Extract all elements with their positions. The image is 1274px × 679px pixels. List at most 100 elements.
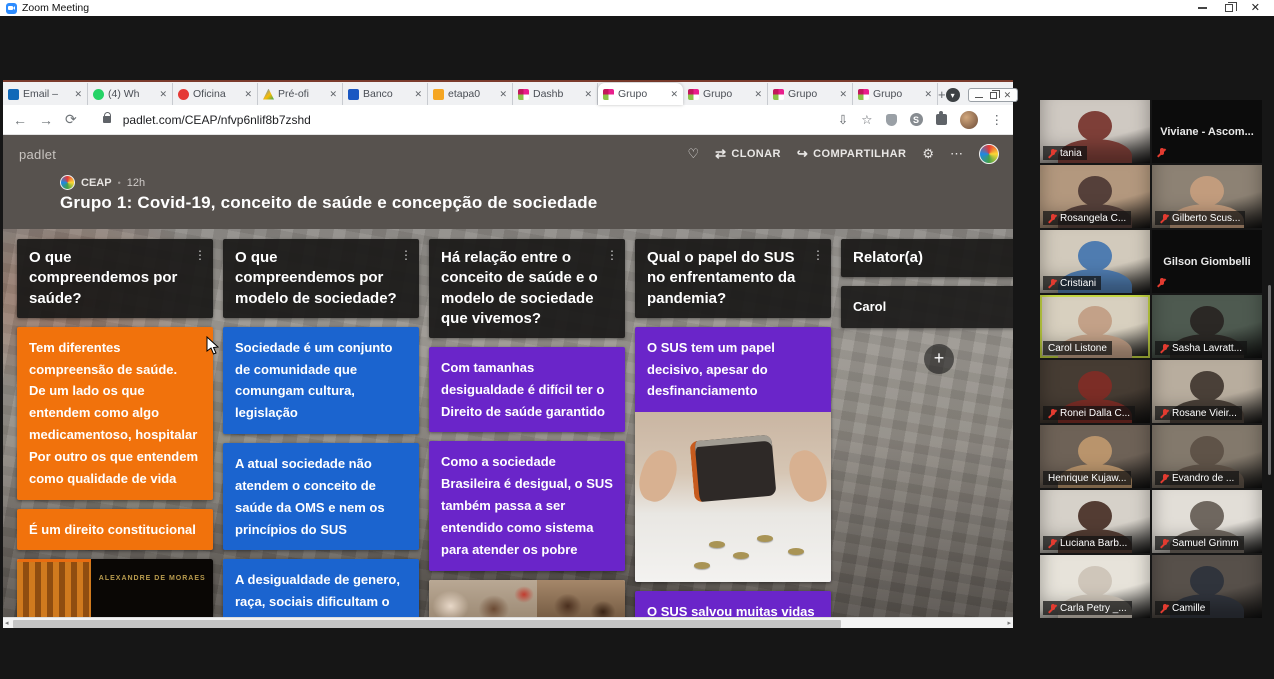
participant-tile-13[interactable]: Samuel Grimm <box>1152 490 1262 553</box>
board-column-4: Relator(a)⋮Carol+ <box>841 239 1013 374</box>
participant-name: Rosane Vieir... <box>1172 408 1237 419</box>
scroll-left-arrow[interactable]: ◂ <box>5 618 9 629</box>
back-icon[interactable]: ← <box>13 112 27 128</box>
column-header-text: Qual o papel do SUS no enfrentamento da … <box>647 249 795 307</box>
participant-tile-3[interactable]: Gilberto Scus... <box>1152 165 1262 228</box>
participant-tile-7[interactable]: Sasha Lavratt... <box>1152 295 1262 358</box>
scroll-right-arrow[interactable]: ▸ <box>1007 618 1011 629</box>
tab-label: etapa0 <box>448 88 495 100</box>
participant-tile-15[interactable]: Camille <box>1152 555 1262 618</box>
browser-tab-3[interactable]: Pré-ofi✕ <box>258 83 343 105</box>
participant-tile-14[interactable]: Carla Petry _... <box>1040 555 1150 618</box>
compartilhar-button[interactable]: ↪ COMPARTILHAR <box>797 146 907 162</box>
column-menu-kebab-icon[interactable]: ⋮ <box>400 247 412 263</box>
participant-tile-10[interactable]: Henrique Kujaw... <box>1040 425 1150 488</box>
tab-close-icon[interactable]: ✕ <box>670 89 678 100</box>
browser-tab-1[interactable]: (4) Wh✕ <box>88 83 173 105</box>
participant-tile-8[interactable]: Ronei Dalla C... <box>1040 360 1150 423</box>
browser-tab-6[interactable]: Dashb✕ <box>513 83 598 105</box>
browser-profile-avatar[interactable] <box>960 111 978 129</box>
column-menu-kebab-icon[interactable]: ⋮ <box>606 247 618 263</box>
tab-close-icon[interactable]: ✕ <box>159 89 167 100</box>
shield-extension-icon[interactable] <box>886 114 897 126</box>
column-header-text: Há relação entre o conceito de saúde e o… <box>441 249 598 327</box>
like-heart-icon[interactable]: ♡ <box>687 146 699 162</box>
participant-tile-9[interactable]: Rosane Vieir... <box>1152 360 1262 423</box>
hand-shape <box>784 446 831 506</box>
clonar-button[interactable]: ⇄ CLONAR <box>715 146 781 162</box>
post-card[interactable]: A desigualdade de genero, raça, sociais … <box>223 559 419 617</box>
tab-close-icon[interactable]: ✕ <box>584 89 592 100</box>
browser-minimize-button[interactable] <box>975 92 983 98</box>
post-card[interactable] <box>429 580 625 617</box>
mouse-cursor <box>206 336 220 356</box>
participant-tile-11[interactable]: Evandro de ... <box>1152 425 1262 488</box>
post-card[interactable]: O SUS salvou muitas vidas <box>635 591 831 617</box>
participant-tile-6[interactable]: Carol Listone <box>1040 295 1150 358</box>
tab-close-icon[interactable]: ✕ <box>74 89 82 100</box>
column-menu-kebab-icon[interactable]: ⋮ <box>194 247 206 263</box>
post-card[interactable]: É um direito constitucional <box>17 509 213 551</box>
post-card[interactable]: Carol <box>841 286 1013 328</box>
post-card[interactable]: O SUS tem um papel decisivo, apesar do d… <box>635 327 831 582</box>
post-card[interactable]: Com tamanhas desigualdade é difícil ter … <box>429 347 625 432</box>
tab-search-icon[interactable]: ▾ <box>946 88 960 102</box>
browser-restore-button[interactable] <box>990 92 997 99</box>
padlet-logo[interactable]: padlet <box>19 147 56 162</box>
more-options-icon[interactable]: ⋯ <box>950 146 963 162</box>
padlet-user-avatar[interactable] <box>979 144 999 164</box>
post-card[interactable]: A atual sociedade não atendem o conceito… <box>223 443 419 550</box>
minimize-button[interactable] <box>1198 7 1207 9</box>
wallet-photo-image <box>635 412 831 582</box>
browser-tab-4[interactable]: Banco ✕ <box>343 83 428 105</box>
horizontal-scrollbar[interactable]: ◂ ▸ <box>3 617 1013 628</box>
participant-tile-1[interactable]: Viviane - Ascom... <box>1152 100 1262 163</box>
participant-name: Gilberto Scus... <box>1172 213 1240 224</box>
tab-close-icon[interactable]: ✕ <box>839 89 847 100</box>
browser-tab-7[interactable]: Grupo✕ <box>598 83 683 105</box>
participant-tile-12[interactable]: Luciana Barb... <box>1040 490 1150 553</box>
post-card[interactable]: Sociedade é um conjunto de comunidade qu… <box>223 327 419 434</box>
browser-tab-10[interactable]: Grupo✕ <box>853 83 938 105</box>
post-card[interactable]: Como a sociedade Brasileira é desigual, … <box>429 441 625 570</box>
settings-gear-icon[interactable]: ⚙ <box>922 146 934 162</box>
post-text: Como a sociedade Brasileira é desigual, … <box>429 441 625 570</box>
close-button[interactable]: ✕ <box>1251 3 1260 13</box>
reload-icon[interactable]: ⟳ <box>65 111 77 128</box>
new-tab-button[interactable]: + <box>938 87 946 105</box>
forward-icon[interactable]: → <box>39 112 53 128</box>
tab-close-icon[interactable]: ✕ <box>329 89 337 100</box>
post-text: Carol <box>841 286 1013 328</box>
install-icon[interactable]: ⇩ <box>838 112 848 127</box>
post-card[interactable]: Tem diferentes compreensão de saúde. De … <box>17 327 213 500</box>
browser-tab-9[interactable]: Grupo✕ <box>768 83 853 105</box>
restore-button[interactable] <box>1225 4 1233 12</box>
participant-name: tania <box>1060 148 1082 159</box>
browser-close-button[interactable]: ✕ <box>1004 91 1012 99</box>
browser-menu-kebab-icon[interactable]: ⋮ <box>991 112 1004 127</box>
participant-tile-2[interactable]: Rosangela C... <box>1040 165 1150 228</box>
column-menu-kebab-icon[interactable]: ⋮ <box>812 247 824 263</box>
participant-tile-5[interactable]: Gilson Giombelli <box>1152 230 1262 293</box>
scrollbar-thumb[interactable] <box>13 620 841 628</box>
bookmark-star-icon[interactable]: ☆ <box>861 112 872 127</box>
browser-tab-2[interactable]: Oficina✕ <box>173 83 258 105</box>
participants-scrollbar[interactable] <box>1268 285 1271 475</box>
tab-close-icon[interactable]: ✕ <box>244 89 252 100</box>
add-post-button[interactable]: + <box>924 344 954 374</box>
participant-name-bar: tania <box>1043 146 1087 160</box>
browser-tab-8[interactable]: Grupo✕ <box>683 83 768 105</box>
tab-close-icon[interactable]: ✕ <box>499 89 507 100</box>
extensions-puzzle-icon[interactable] <box>936 114 947 125</box>
tab-close-icon[interactable]: ✕ <box>754 89 762 100</box>
participant-tile-0[interactable]: tania <box>1040 100 1150 163</box>
skype-extension-icon[interactable]: S <box>910 113 923 126</box>
browser-tab-5[interactable]: etapa0 ✕ <box>428 83 513 105</box>
tab-label: Banco <box>363 88 410 100</box>
post-card[interactable]: ALEXANDRE DE MORAES <box>17 559 213 617</box>
browser-tab-0[interactable]: Email –✕ <box>3 83 88 105</box>
tab-close-icon[interactable]: ✕ <box>414 89 422 100</box>
url-address[interactable]: padlet.com/CEAP/nfvp6nlif8b7zshd <box>123 113 311 127</box>
participant-tile-4[interactable]: Cristiani <box>1040 230 1150 293</box>
tab-close-icon[interactable]: ✕ <box>924 89 932 100</box>
